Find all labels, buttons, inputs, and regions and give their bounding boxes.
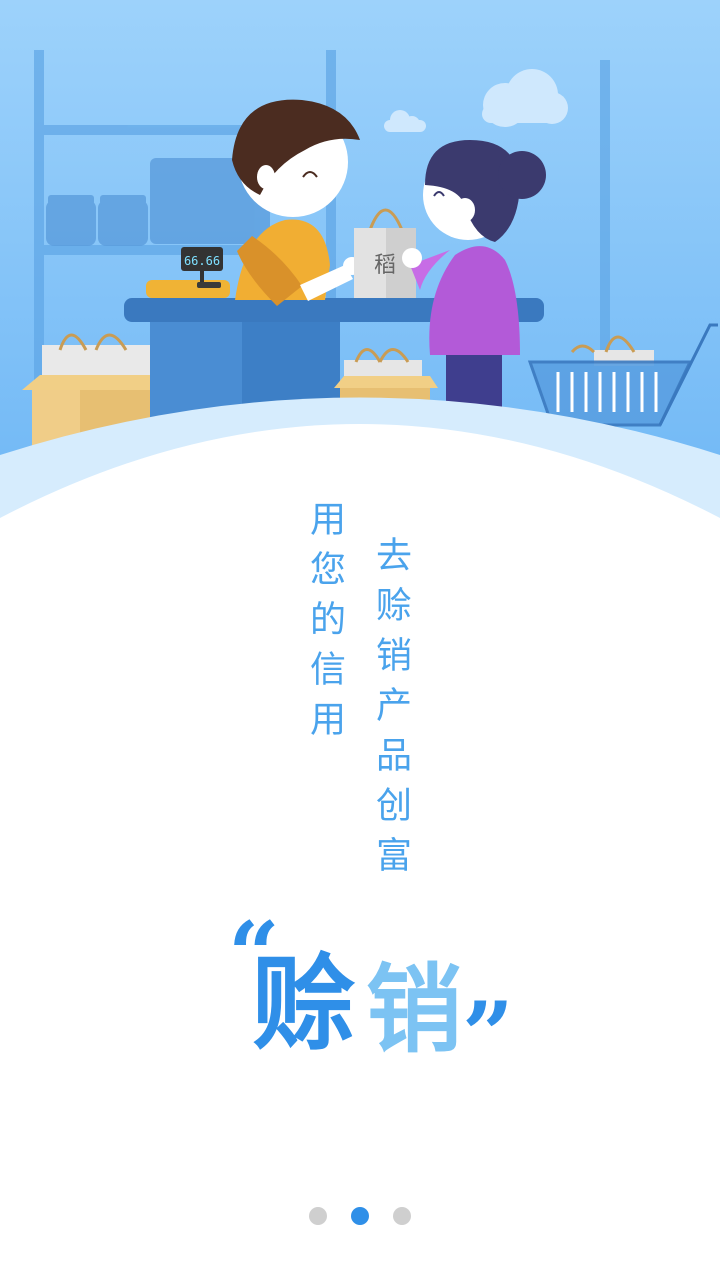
quote-close-mark: ” xyxy=(462,982,514,1088)
bag-label: 稻 xyxy=(374,253,396,278)
slogan-word-1: 赊 xyxy=(252,942,357,1065)
slogan: “ 赊 销 ” xyxy=(0,900,720,1100)
slogan-word-2: 销 xyxy=(366,953,462,1066)
scale-display: 66.66 xyxy=(184,254,220,268)
page-dot-1[interactable] xyxy=(309,1207,327,1225)
illustration: 66.66 稻 xyxy=(0,0,720,540)
page-indicator xyxy=(0,1207,720,1225)
tagline-line-1: 用您的信用 xyxy=(304,500,345,750)
tagline-line-2: 去赊销产品创富 xyxy=(370,536,411,886)
page-dot-2[interactable] xyxy=(351,1207,369,1225)
page-dot-3[interactable] xyxy=(393,1207,411,1225)
